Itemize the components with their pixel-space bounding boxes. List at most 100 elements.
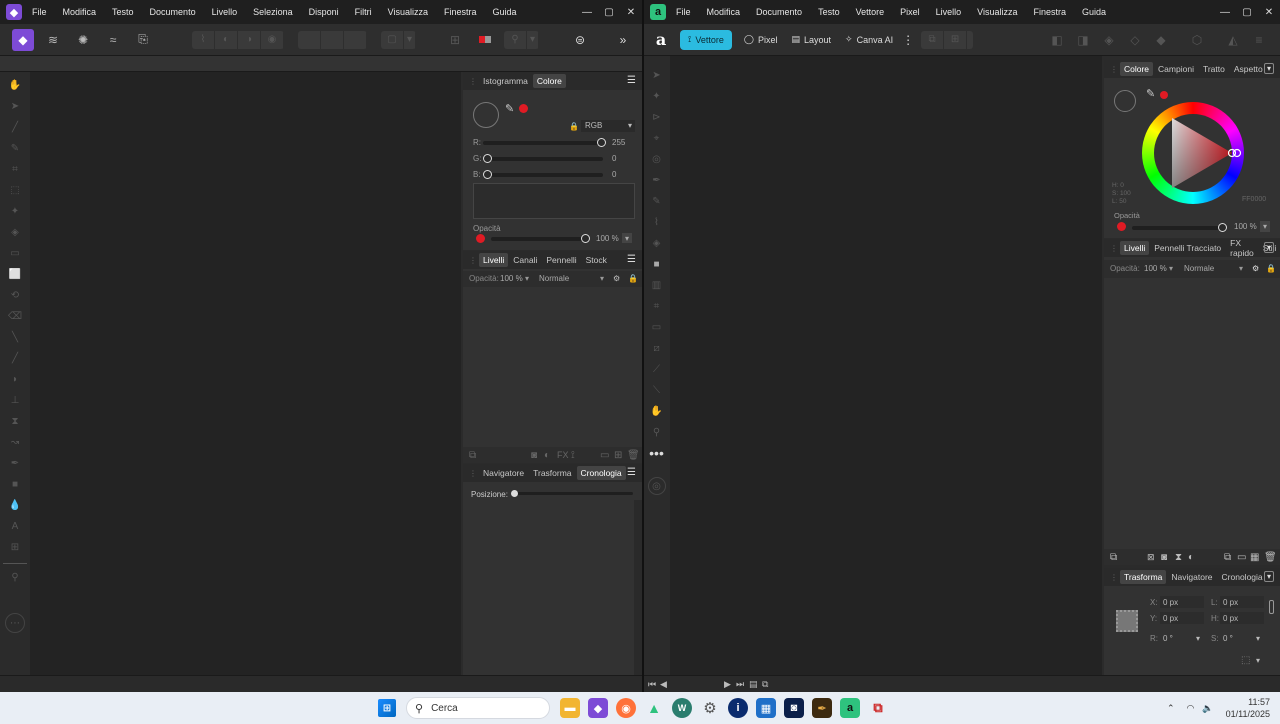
- current-color-swatch[interactable]: [519, 104, 528, 113]
- adjustment-icon[interactable]: ◐: [544, 450, 550, 461]
- dodge-tool-icon[interactable]: ◗: [7, 370, 23, 388]
- pixel-tool-icon[interactable]: ╱: [7, 349, 23, 367]
- fill-tool-icon[interactable]: ◈: [649, 234, 665, 252]
- photo-close-button[interactable]: ✕: [620, 7, 642, 18]
- chevron-down-icon[interactable]: ▾: [1169, 264, 1173, 273]
- selection-brush-icon[interactable]: ⬚: [7, 181, 23, 199]
- color-triangle[interactable]: [1142, 102, 1244, 204]
- shape-tool-icon[interactable]: ■: [7, 475, 23, 493]
- chevron-down-icon[interactable]: ▾: [1196, 632, 1200, 644]
- tab-cronologia[interactable]: Cronologia: [1218, 570, 1267, 584]
- transform-origin-icon[interactable]: ⬚: [1241, 654, 1250, 666]
- g-value[interactable]: 0: [612, 154, 616, 163]
- contour-tool-icon[interactable]: ◎: [649, 150, 665, 168]
- eyedropper-tool-icon[interactable]: ⟋: [649, 360, 665, 378]
- picker-icon[interactable]: ✎: [1146, 87, 1155, 100]
- panel-grip-icon[interactable]: ⋮: [1110, 65, 1118, 74]
- develop-persona-icon[interactable]: ✺: [72, 29, 94, 51]
- persona-pixel-button[interactable]: ◯ Pixel: [738, 30, 784, 50]
- photo-canvas[interactable]: [30, 72, 461, 675]
- assistant-icon[interactable]: ⚲: [504, 30, 527, 49]
- layers-opacity-value[interactable]: 100 %: [1144, 264, 1167, 273]
- clone-tool-icon[interactable]: ⊥: [7, 391, 23, 409]
- opacity-value[interactable]: 100 %: [596, 234, 619, 243]
- brush-tool-icon[interactable]: ╱: [7, 118, 23, 136]
- persona-canva-ai-button[interactable]: ✧ Canva AI: [839, 30, 899, 50]
- color-swatch-circles[interactable]: [473, 102, 499, 128]
- panel-grip-icon[interactable]: ⋮: [1110, 244, 1118, 253]
- color-toggle-icon[interactable]: [474, 29, 496, 51]
- photo-menu-testo[interactable]: Testo: [112, 7, 134, 17]
- tab-pennelli[interactable]: Pennelli: [542, 253, 580, 267]
- persona-layout-button[interactable]: ▤ Layout: [785, 30, 837, 50]
- network-share-icon[interactable]: ⧉: [868, 698, 888, 718]
- chevron-down-icon[interactable]: ▾: [1260, 221, 1270, 232]
- shape-tool-icon[interactable]: ■: [649, 255, 665, 273]
- artistic-text-icon[interactable]: ▥: [649, 276, 665, 294]
- opacity-slider[interactable]: [491, 234, 590, 243]
- snap-icon[interactable]: ⧉: [921, 30, 945, 49]
- boolean-add-icon[interactable]: ◈: [1098, 29, 1120, 51]
- last-page-icon[interactable]: ⏭: [736, 679, 744, 690]
- export-persona-icon[interactable]: ⎘: [132, 29, 154, 51]
- paint-brush-icon[interactable]: ╲: [7, 328, 23, 346]
- persona-vettore-button[interactable]: ⟟ Vettore: [680, 29, 732, 50]
- vector-brush-icon[interactable]: ⌇: [649, 213, 665, 231]
- affinity-photo-logo-icon[interactable]: ◆: [6, 4, 22, 20]
- b-slider[interactable]: [483, 170, 603, 179]
- pen-tool-icon[interactable]: ✒: [649, 171, 665, 189]
- affinity-designer-logo-icon[interactable]: a: [650, 4, 666, 20]
- adjustment-icon[interactable]: ◐: [1188, 552, 1194, 563]
- folder-icon[interactable]: ▭: [1237, 552, 1246, 563]
- chevron-up-icon[interactable]: ⌃: [1167, 703, 1175, 714]
- panel-menu-icon[interactable]: ☰: [627, 75, 636, 86]
- auto-colors-icon[interactable]: ◑: [238, 30, 261, 49]
- aspect-lock-icon[interactable]: [1269, 600, 1274, 614]
- boolean-intersect-icon[interactable]: ◆: [1150, 29, 1172, 51]
- invert-selection-icon[interactable]: [344, 30, 367, 49]
- pencil-tool-icon[interactable]: ✎: [7, 139, 23, 157]
- opacity-swatch[interactable]: [476, 234, 485, 243]
- first-page-icon[interactable]: ⏮: [648, 679, 656, 690]
- tab-canali[interactable]: Canali: [509, 253, 541, 267]
- opacity-value[interactable]: 100 %: [1234, 222, 1257, 231]
- tools-more-icon[interactable]: •••: [649, 444, 665, 462]
- designer-minimize-button[interactable]: —: [1214, 7, 1236, 18]
- place-image-icon[interactable]: ▭: [649, 318, 665, 336]
- auto-levels-icon[interactable]: ⌇: [192, 30, 215, 49]
- designer-menu-finestra[interactable]: Finestra: [1034, 7, 1067, 17]
- tab-tracciato[interactable]: Tracciato: [1186, 241, 1226, 255]
- corner-tool-icon[interactable]: ⊳: [649, 108, 665, 126]
- photo-persona-icon[interactable]: ◆: [12, 28, 34, 51]
- designer-canvas[interactable]: [670, 56, 1102, 675]
- studio-link-icon[interactable]: ⊜: [569, 29, 591, 51]
- opacity-swatch[interactable]: [1117, 222, 1126, 231]
- more-options-icon[interactable]: ⋮: [902, 29, 914, 51]
- photo-menu-guida[interactable]: Guida: [493, 7, 517, 17]
- gradient-tool-icon[interactable]: ▭: [7, 244, 23, 262]
- fx-icon[interactable]: FX: [557, 450, 569, 460]
- opacity-slider-knob[interactable]: [1218, 223, 1227, 232]
- designer-maximize-button[interactable]: ▢: [1236, 7, 1258, 18]
- taskbar-search[interactable]: ⚲ Cerca: [406, 697, 550, 719]
- erase-tool-icon[interactable]: ⌫: [7, 307, 23, 325]
- move-tool-icon[interactable]: ➤: [7, 97, 23, 115]
- windows-start-icon[interactable]: ⊞: [378, 699, 396, 717]
- clock[interactable]: 11:57 01/11/2025: [1226, 696, 1270, 720]
- tab-trasforma[interactable]: Trasforma: [1120, 570, 1167, 584]
- group-icon[interactable]: ⧉: [1224, 552, 1231, 563]
- designer-menu-livello[interactable]: Livello: [936, 7, 962, 17]
- select-icon[interactable]: [298, 30, 321, 49]
- tools-options-icon[interactable]: ◎: [647, 477, 666, 495]
- designer-menu-vettore[interactable]: Vettore: [856, 7, 885, 17]
- hand-tool-icon[interactable]: ✋: [7, 76, 23, 94]
- pencil-tool-icon[interactable]: ✎: [649, 192, 665, 210]
- spread-icon[interactable]: ⧉: [762, 679, 768, 690]
- transparency-tool-icon[interactable]: ⧄: [649, 339, 665, 357]
- lock-icon[interactable]: 🔒: [628, 274, 638, 283]
- photo-maximize-button[interactable]: ▢: [598, 7, 620, 18]
- next-page-icon[interactable]: ▶: [724, 679, 731, 690]
- color-swatch-circles[interactable]: [1114, 90, 1136, 112]
- photo-menu-modifica[interactable]: Modifica: [63, 7, 97, 17]
- chevron-down-icon[interactable]: ▾: [527, 30, 539, 49]
